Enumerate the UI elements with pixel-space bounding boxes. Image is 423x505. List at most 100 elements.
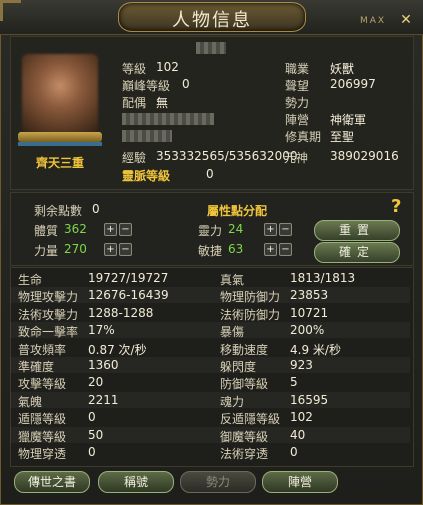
stat-label: 暴傷 bbox=[220, 325, 245, 340]
title-plate: 人物信息 bbox=[118, 2, 306, 32]
agility-label: 敏捷 bbox=[198, 244, 223, 258]
strength-label: 力量 bbox=[34, 244, 59, 258]
constitution-label: 體質 bbox=[34, 224, 59, 238]
stat-row: 致命一擊率 17% 暴傷 200% bbox=[10, 322, 410, 340]
stat-label: 防御等級 bbox=[220, 377, 269, 392]
stat-value: 17% bbox=[88, 323, 115, 338]
remaining-points-value: 0 bbox=[92, 202, 100, 216]
class-value: 妖獸 bbox=[330, 62, 355, 76]
camp-value: 神衛軍 bbox=[330, 113, 367, 127]
stat-label: 法術攻擊力 bbox=[18, 307, 79, 322]
stat-label: 法術穿透 bbox=[220, 447, 269, 461]
tab-titles[interactable]: 稱號 bbox=[98, 471, 174, 493]
spirit-minus-button[interactable]: − bbox=[279, 223, 292, 236]
stat-row: 物理攻擊力 12676-16439 物理防御力 23853 bbox=[10, 287, 410, 305]
tab-faction[interactable]: 勢力 bbox=[180, 471, 256, 493]
stat-value: 0 bbox=[88, 410, 96, 425]
yuanshen-value: 389029016 bbox=[330, 149, 399, 163]
max-label: MAX bbox=[360, 16, 387, 26]
stat-row: 生命 19727/19727 真氣 1813/1813 bbox=[10, 270, 410, 287]
censored-name-block bbox=[196, 42, 226, 54]
stat-value: 12676-16439 bbox=[88, 288, 169, 303]
agility-plus-button[interactable]: + bbox=[264, 243, 277, 256]
reset-button[interactable]: 重置 bbox=[314, 220, 400, 241]
stat-row: 普攻頻率 0.87 次/秒 移動速度 4.9 米/秒 bbox=[10, 340, 410, 357]
stat-label: 遁隱等級 bbox=[18, 412, 67, 427]
remaining-points-label: 剩余點數 bbox=[34, 204, 83, 218]
tab-heritage-book[interactable]: 傳世之書 bbox=[14, 471, 90, 493]
window-title: 人物信息 bbox=[172, 10, 252, 31]
spouse-value: 無 bbox=[156, 96, 169, 110]
camp-label: 陣營 bbox=[285, 113, 310, 127]
stat-value: 1288-1288 bbox=[88, 305, 154, 320]
tab-camp[interactable]: 陣營 bbox=[262, 471, 338, 493]
spirit-vein-value: 0 bbox=[206, 167, 214, 181]
strength-value: 270 bbox=[64, 242, 87, 256]
stat-value: 20 bbox=[88, 375, 104, 390]
spirit-plus-button[interactable]: + bbox=[264, 223, 277, 236]
stat-label: 物理攻擊力 bbox=[18, 290, 79, 305]
spirit-value: 24 bbox=[228, 222, 244, 236]
stat-label: 準確度 bbox=[18, 360, 55, 374]
stat-label: 氣魄 bbox=[18, 394, 43, 409]
stat-value: 10721 bbox=[290, 305, 329, 320]
experience-value: 353332565/535632000 bbox=[156, 149, 298, 163]
frame-corner-ornament bbox=[0, 0, 21, 21]
stat-label: 物理穿透 bbox=[18, 447, 67, 461]
stat-value: 0 bbox=[88, 445, 96, 459]
stat-label: 獵魔等級 bbox=[18, 429, 67, 444]
faction-label: 勢力 bbox=[285, 96, 310, 110]
class-label: 職業 bbox=[285, 62, 310, 76]
experience-label: 經驗 bbox=[122, 151, 147, 165]
help-icon[interactable]: ? bbox=[391, 196, 401, 217]
stat-label: 真氣 bbox=[220, 273, 245, 287]
close-icon[interactable]: ✕ bbox=[398, 12, 414, 28]
peak-level-value: 0 bbox=[182, 77, 190, 91]
stat-value: 1360 bbox=[88, 358, 119, 372]
stat-label: 躲閃度 bbox=[220, 360, 257, 374]
stat-value: 0.87 次/秒 bbox=[88, 342, 147, 357]
character-portrait bbox=[14, 54, 106, 152]
strength-plus-button[interactable]: + bbox=[104, 243, 117, 256]
stat-value: 23853 bbox=[290, 288, 329, 303]
stat-value: 200% bbox=[290, 323, 325, 338]
stat-value: 50 bbox=[88, 427, 104, 442]
stat-label: 普攻頻率 bbox=[18, 342, 67, 357]
stat-label: 法術防御力 bbox=[220, 307, 281, 322]
stat-value: 923 bbox=[290, 358, 313, 372]
title-bar[interactable]: 人物信息 MAX ✕ bbox=[0, 0, 423, 35]
cultivation-value: 至聖 bbox=[330, 130, 355, 144]
stat-value: 0 bbox=[290, 445, 298, 459]
reputation-value: 206997 bbox=[330, 77, 376, 91]
strength-minus-button[interactable]: − bbox=[119, 243, 132, 256]
stat-label: 物理防御力 bbox=[220, 290, 281, 305]
reputation-label: 聲望 bbox=[285, 79, 310, 93]
stat-value: 19727/19727 bbox=[88, 271, 169, 285]
censored-guild-block bbox=[122, 113, 214, 125]
stat-value: 102 bbox=[290, 410, 313, 425]
stat-value: 1813/1813 bbox=[290, 271, 356, 285]
stat-row: 獵魔等級 50 御魔等級 40 bbox=[10, 426, 410, 444]
constitution-minus-button[interactable]: − bbox=[119, 223, 132, 236]
spouse-label: 配偶 bbox=[122, 96, 147, 110]
stat-row: 遁隱等級 0 反遁隱等級 102 bbox=[10, 409, 410, 427]
stat-row: 法術攻擊力 1288-1288 法術防御力 10721 bbox=[10, 305, 410, 322]
stat-value: 4.9 米/秒 bbox=[290, 342, 341, 357]
stat-value: 5 bbox=[290, 375, 298, 390]
agility-minus-button[interactable]: − bbox=[279, 243, 292, 256]
agility-value: 63 bbox=[228, 242, 244, 256]
allocation-title: 屬性點分配 bbox=[207, 204, 268, 218]
portrait-pedestal bbox=[18, 132, 102, 142]
constitution-plus-button[interactable]: + bbox=[104, 223, 117, 236]
stat-row: 氣魄 2211 魂力 16595 bbox=[10, 391, 410, 409]
confirm-button[interactable]: 確定 bbox=[314, 242, 400, 263]
spirit-vein-label: 靈脈等級 bbox=[122, 169, 171, 183]
stat-value: 40 bbox=[290, 427, 306, 442]
rank-name: 齊天三重 bbox=[35, 156, 84, 170]
stat-row: 攻擊等級 20 防御等級 5 bbox=[10, 374, 410, 392]
level-label: 等級 bbox=[122, 62, 147, 76]
stat-label: 移動速度 bbox=[220, 342, 269, 357]
stat-label: 生命 bbox=[18, 273, 43, 287]
stat-label: 御魔等級 bbox=[220, 429, 269, 444]
stat-row: 準確度 1360 躲閃度 923 bbox=[10, 357, 410, 374]
